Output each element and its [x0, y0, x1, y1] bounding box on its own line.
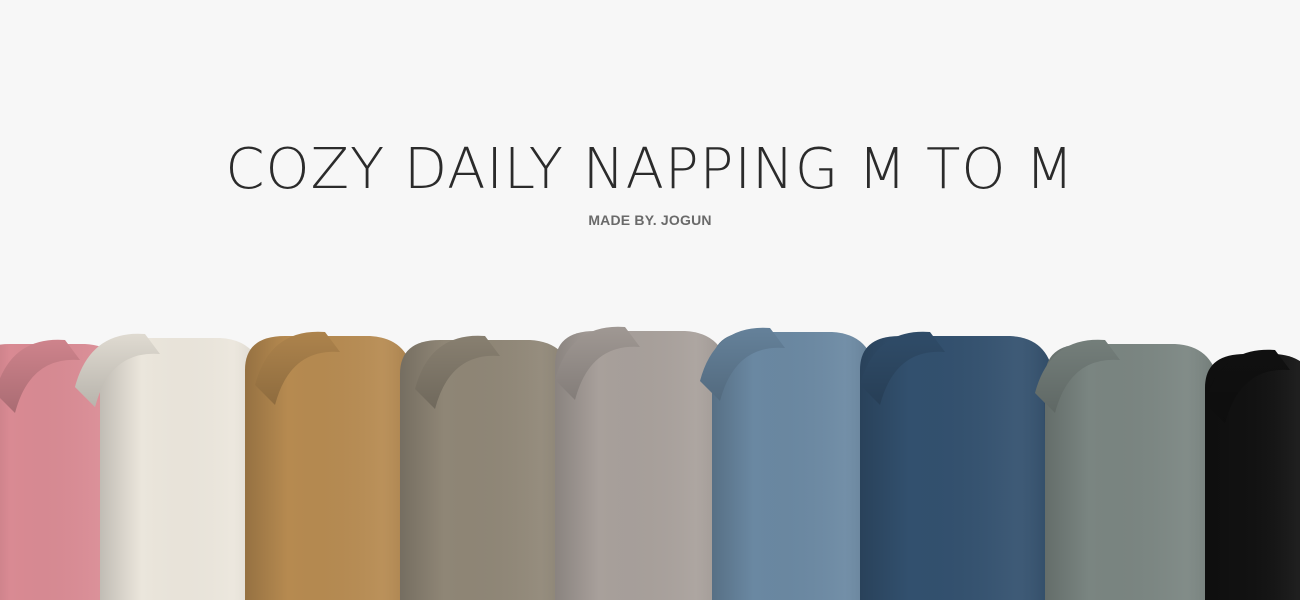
banner-title: COZY DAILY NAPPING M TO M: [225, 137, 1075, 202]
sweater-sage-gray: [1035, 339, 1221, 600]
sweater-khaki-gray: [400, 335, 576, 600]
sweater-camel: [245, 331, 416, 600]
banner-subtitle: MADE BY. JOGUN: [588, 212, 712, 228]
sweater-ivory: [75, 333, 266, 600]
sweater-shading: [1045, 344, 1221, 600]
folded-sweaters-photo: [0, 300, 1300, 600]
sweater-sky-blue: [700, 327, 878, 600]
sweater-black: [1205, 349, 1300, 600]
sweater-shading: [712, 332, 878, 600]
sweater-shading: [100, 338, 266, 600]
sweaters-illustration: [0, 326, 1300, 600]
sweater-navy: [860, 331, 1056, 600]
product-banner: COZY DAILY NAPPING M TO M MADE BY. JOGUN: [0, 0, 1300, 600]
